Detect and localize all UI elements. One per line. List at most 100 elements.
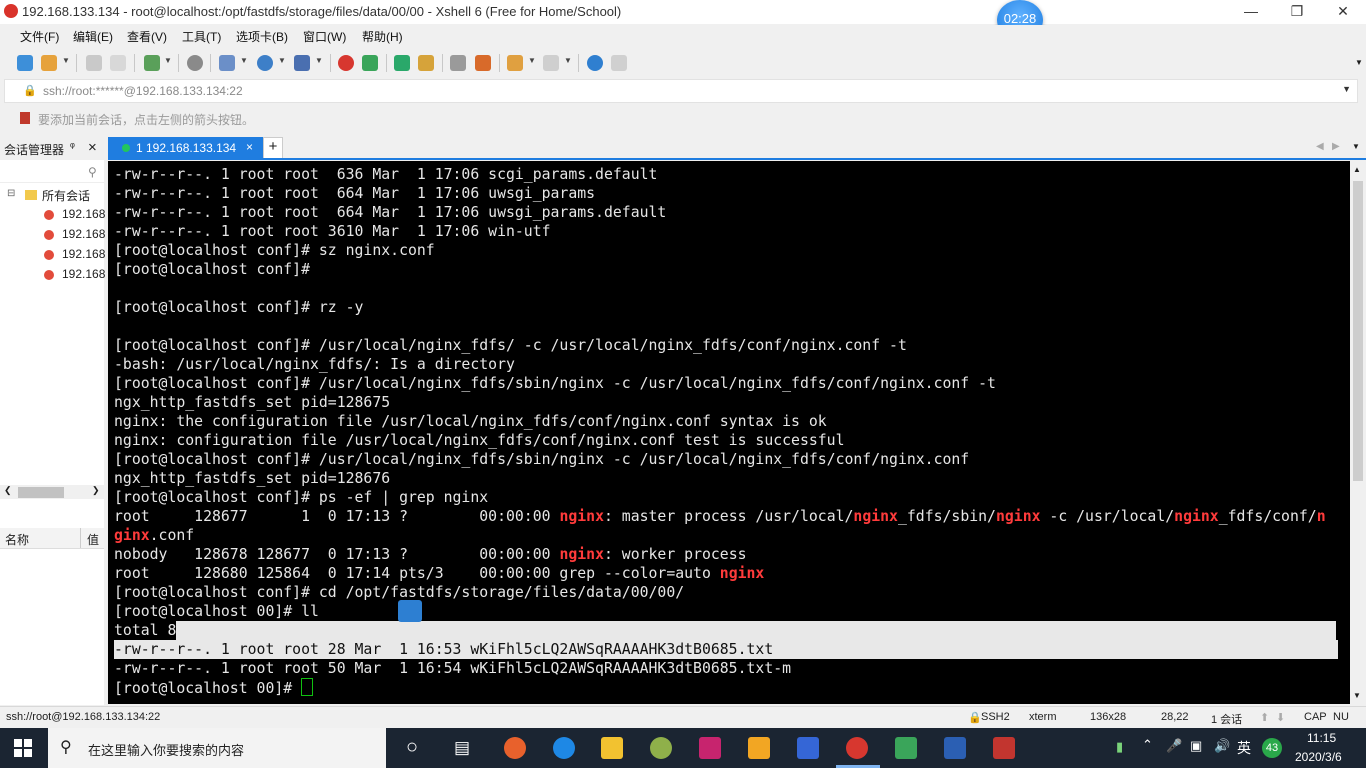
terminal-view[interactable]: -rw-r--r--. 1 root root 636 Mar 1 17:06 … [108,161,1350,704]
xshell-taskbar-icon[interactable] [846,737,868,759]
file-explorer-icon[interactable] [601,737,623,759]
arrow-down-icon[interactable]: ⬇ [1276,711,1285,724]
battery-icon[interactable]: ▮ [1116,739,1123,755]
chevron-down-icon[interactable]: ▼ [1355,58,1363,67]
scroll-left-icon[interactable]: ❮ [4,485,12,496]
fullscreen-icon[interactable] [394,55,410,71]
taskbar-search[interactable]: ⚲ 在这里输入你要搜索的内容 [48,728,386,768]
terminal-prompt-line[interactable]: [root@localhost 00]# [114,678,314,697]
terminal-scrollbar[interactable]: ▲ ▼ [1350,161,1366,704]
menu-tools[interactable]: 工具(T) [182,28,221,45]
notification-badge[interactable]: 43 [1262,738,1282,758]
bookmark-icon[interactable] [20,112,30,124]
scroll-down-icon[interactable]: ▼ [1353,691,1361,700]
script-icon[interactable] [507,55,523,71]
tree-root-all-sessions[interactable]: 所有会话 [42,187,90,204]
app-icon[interactable] [748,737,770,759]
font-icon[interactable] [294,55,310,71]
menu-window[interactable]: 窗口(W) [303,28,346,45]
session-hscrollbar[interactable]: ❮ ❯ [0,485,104,499]
tree-item-session[interactable]: 192.168 [62,247,105,261]
menu-help[interactable]: 帮助(H) [362,28,403,45]
menu-edit[interactable]: 编辑(E) [73,28,113,45]
chevron-down-icon[interactable]: ▼ [278,56,286,65]
chevron-down-icon[interactable]: ▼ [240,56,248,65]
chat-icon[interactable] [611,55,627,71]
chevron-down-icon[interactable]: ▼ [564,56,572,65]
volume-icon[interactable]: 🔊 [1214,738,1230,754]
close-panel-icon[interactable]: × [88,139,97,156]
layout-icon[interactable] [219,55,235,71]
props-value-header[interactable]: 值 [87,531,99,548]
properties-icon[interactable] [144,55,160,71]
minimize-button[interactable]: — [1228,0,1274,24]
menu-tabs[interactable]: 选项卡(B) [236,28,288,45]
cortana-icon[interactable]: ○ [406,736,418,759]
scroll-right-icon[interactable]: ❯ [92,485,100,496]
clock-time[interactable]: 11:15 [1307,731,1336,745]
properties-panel [0,549,104,705]
chevron-down-icon[interactable]: ▼ [315,56,323,65]
globe-icon[interactable] [257,55,273,71]
app-icon[interactable] [993,737,1015,759]
find-icon[interactable] [187,55,203,71]
scroll-thumb[interactable] [1353,181,1363,481]
restore-button[interactable]: ❐ [1274,0,1320,24]
connect-icon[interactable] [86,55,102,71]
menu-view[interactable]: 查看(V) [127,28,167,45]
task-view-icon[interactable]: ▤ [454,738,470,758]
add-tab-button[interactable]: + [263,137,283,159]
word-icon[interactable] [944,737,966,759]
chevron-down-icon[interactable]: ▼ [528,56,536,65]
disconnect-icon[interactable] [110,55,126,71]
collapse-icon[interactable]: ⊟ [7,188,15,199]
chevron-down-icon[interactable]: ▼ [62,56,70,65]
tab-close-icon[interactable]: × [246,140,253,154]
xftp-icon[interactable] [362,55,378,71]
props-name-header[interactable]: 名称 [5,531,29,548]
lock-icon[interactable] [418,55,434,71]
session-search-input[interactable]: ⚲ [0,164,104,183]
chevron-down-icon[interactable]: ▼ [1342,84,1351,94]
highlight-icon[interactable] [475,55,491,71]
chevron-down-icon[interactable]: ▼ [164,56,172,65]
scroll-thumb[interactable] [18,487,64,498]
app-icon[interactable] [650,737,672,759]
xshell-icon[interactable] [338,55,354,71]
arrow-up-icon[interactable]: ⬆ [1260,711,1269,724]
search-icon: ⚲ [60,739,72,756]
search-icon[interactable]: ⚲ [88,165,97,179]
clock-date[interactable]: 2020/3/6 [1295,750,1342,764]
postman-icon[interactable] [797,737,819,759]
floating-note-icon[interactable] [398,600,422,622]
keyboard-icon[interactable] [450,55,466,71]
tab-scroll-left-icon[interactable]: ◀ [1316,141,1324,152]
address-bar[interactable]: 🔒 ssh://root:******@192.168.133.134:22 ▼ [4,79,1358,103]
open-folder-icon[interactable] [41,55,57,71]
status-size: 136x28 [1090,711,1127,723]
scroll-up-icon[interactable]: ▲ [1353,165,1361,174]
xftp-taskbar-icon[interactable] [895,737,917,759]
menu-file[interactable]: 文件(F) [20,28,59,45]
pin-icon[interactable]: ᵠ [70,141,75,153]
new-session-icon[interactable] [17,55,33,71]
microphone-icon[interactable]: 🎤 [1166,738,1182,754]
tab-session-1[interactable]: 1 192.168.133.134 × [108,137,263,159]
tray-expand-icon[interactable]: ⌃ [1142,737,1153,753]
tree-item-session[interactable]: 192.168 [62,267,105,281]
tab-scroll-right-icon[interactable]: ▶ [1332,141,1340,152]
close-window-button[interactable]: ✕ [1320,0,1366,24]
tree-item-session[interactable]: 192.168 [62,227,105,241]
tile-icon[interactable] [543,55,559,71]
tree-item-session[interactable]: 192.168 [62,207,105,221]
firefox-icon[interactable] [504,737,526,759]
edge-icon[interactable] [553,737,575,759]
tab-list-icon[interactable]: ▼ [1352,142,1360,151]
windows-start-icon[interactable] [14,739,32,757]
help-icon[interactable] [587,55,603,71]
ime-indicator[interactable]: 英 [1237,738,1251,758]
intellij-icon[interactable] [699,737,721,759]
address-input[interactable]: ssh://root:******@192.168.133.134:22 [43,84,243,98]
session-icon [44,270,54,280]
network-icon[interactable]: ▣ [1190,738,1202,754]
